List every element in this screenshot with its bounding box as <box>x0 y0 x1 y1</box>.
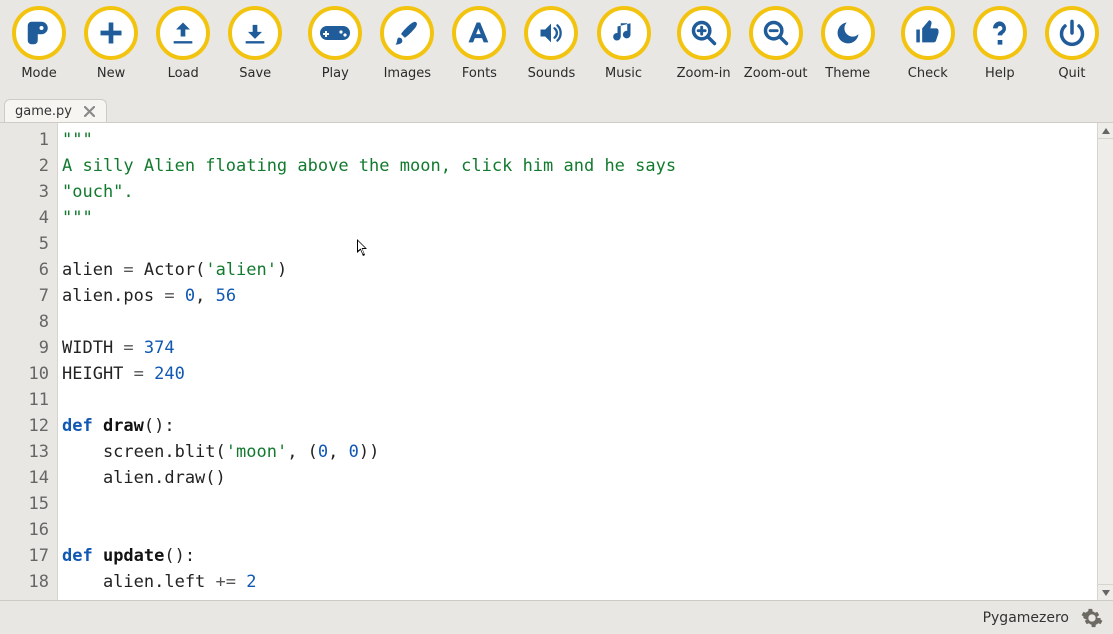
status-bar: Pygamezero <box>0 600 1113 634</box>
code-line[interactable]: HEIGHT = 240 <box>62 361 1097 387</box>
code-line[interactable]: """ <box>62 127 1097 153</box>
code-editor[interactable]: 123456789101112131415161718 """A silly A… <box>0 122 1113 600</box>
toolbar-label: New <box>97 66 125 81</box>
line-number: 17 <box>6 543 49 569</box>
toolbar-label: Help <box>985 66 1015 81</box>
code-line[interactable]: WIDTH = 374 <box>62 335 1097 361</box>
code-line[interactable]: alien = Actor('alien') <box>62 257 1097 283</box>
zoom-in-button[interactable]: Zoom-in <box>669 6 739 81</box>
tab-filename: game.py <box>15 104 72 119</box>
line-number: 15 <box>6 491 49 517</box>
fonts-icon <box>452 6 506 60</box>
power-icon <box>1045 6 1099 60</box>
gear-icon[interactable] <box>1081 607 1103 629</box>
code-line[interactable]: alien.left += 2 <box>62 569 1097 595</box>
music-button[interactable]: Music <box>589 6 659 81</box>
line-number: 4 <box>6 205 49 231</box>
plus-icon <box>84 6 138 60</box>
toolbar-label: Quit <box>1058 66 1085 81</box>
line-number: 5 <box>6 231 49 257</box>
moon-icon <box>821 6 875 60</box>
check-button[interactable]: Check <box>893 6 963 81</box>
code-line[interactable]: """ <box>62 205 1097 231</box>
upload-icon <box>156 6 210 60</box>
question-icon <box>973 6 1027 60</box>
line-number: 1 <box>6 127 49 153</box>
code-line[interactable]: screen.blit('moon', (0, 0)) <box>62 439 1097 465</box>
zoom-out-button[interactable]: Zoom-out <box>741 6 811 81</box>
scroll-down-arrow[interactable] <box>1098 584 1113 600</box>
music-icon <box>597 6 651 60</box>
line-number: 13 <box>6 439 49 465</box>
line-number: 11 <box>6 387 49 413</box>
line-number: 9 <box>6 335 49 361</box>
toolbar-label: Music <box>605 66 642 81</box>
toolbar-label: Mode <box>21 66 56 81</box>
zoomout-icon <box>749 6 803 60</box>
scroll-up-arrow[interactable] <box>1098 123 1113 139</box>
sounds-button[interactable]: Sounds <box>516 6 586 81</box>
brush-icon <box>380 6 434 60</box>
line-number-gutter: 123456789101112131415161718 <box>0 123 58 600</box>
close-icon[interactable] <box>82 103 98 119</box>
line-number: 3 <box>6 179 49 205</box>
load-button[interactable]: Load <box>148 6 218 81</box>
toolbar-label: Load <box>168 66 199 81</box>
toolbar-label: Zoom-out <box>744 66 808 81</box>
mode-button[interactable]: Mode <box>4 6 74 81</box>
help-button[interactable]: Help <box>965 6 1035 81</box>
line-number: 7 <box>6 283 49 309</box>
vertical-scrollbar[interactable] <box>1097 123 1113 600</box>
line-number: 10 <box>6 361 49 387</box>
toolbar-label: Fonts <box>462 66 497 81</box>
code-line[interactable] <box>62 491 1097 517</box>
download-icon <box>228 6 282 60</box>
code-line[interactable]: def draw(): <box>62 413 1097 439</box>
code-line[interactable] <box>62 387 1097 413</box>
toolbar-label: Save <box>239 66 271 81</box>
code-area[interactable]: """A silly Alien floating above the moon… <box>58 123 1097 600</box>
tab-bar: game.py <box>0 94 1113 122</box>
save-button[interactable]: Save <box>220 6 290 81</box>
new-button[interactable]: New <box>76 6 146 81</box>
play-button[interactable]: Play <box>300 6 370 81</box>
quit-button[interactable]: Quit <box>1037 6 1107 81</box>
toolbar-label: Play <box>322 66 349 81</box>
line-number: 12 <box>6 413 49 439</box>
code-line[interactable] <box>62 309 1097 335</box>
code-line[interactable] <box>62 231 1097 257</box>
theme-button[interactable]: Theme <box>813 6 883 81</box>
code-line[interactable]: def update(): <box>62 543 1097 569</box>
line-number: 14 <box>6 465 49 491</box>
code-line[interactable]: alien.draw() <box>62 465 1097 491</box>
code-line[interactable]: alien.pos = 0, 56 <box>62 283 1097 309</box>
line-number: 2 <box>6 153 49 179</box>
line-number: 16 <box>6 517 49 543</box>
toolbar: Mode New Load Save Play Images Fonts Sounds Musi… <box>0 0 1113 94</box>
toolbar-label: Images <box>384 66 432 81</box>
thumb-icon <box>901 6 955 60</box>
line-number: 8 <box>6 309 49 335</box>
code-line[interactable]: A silly Alien floating above the moon, c… <box>62 153 1097 179</box>
line-number: 18 <box>6 569 49 595</box>
code-line[interactable]: "ouch". <box>62 179 1097 205</box>
code-line[interactable] <box>62 517 1097 543</box>
gamepad-icon <box>308 6 362 60</box>
status-mode-label: Pygamezero <box>983 610 1069 626</box>
toolbar-label: Zoom-in <box>677 66 731 81</box>
images-button[interactable]: Images <box>372 6 442 81</box>
toolbar-label: Theme <box>825 66 870 81</box>
tab-game-py[interactable]: game.py <box>4 99 107 122</box>
toolbar-label: Sounds <box>528 66 576 81</box>
zoomin-icon <box>677 6 731 60</box>
toolbar-label: Check <box>908 66 948 81</box>
sound-icon <box>524 6 578 60</box>
line-number: 6 <box>6 257 49 283</box>
mode-icon <box>12 6 66 60</box>
fonts-button[interactable]: Fonts <box>444 6 514 81</box>
